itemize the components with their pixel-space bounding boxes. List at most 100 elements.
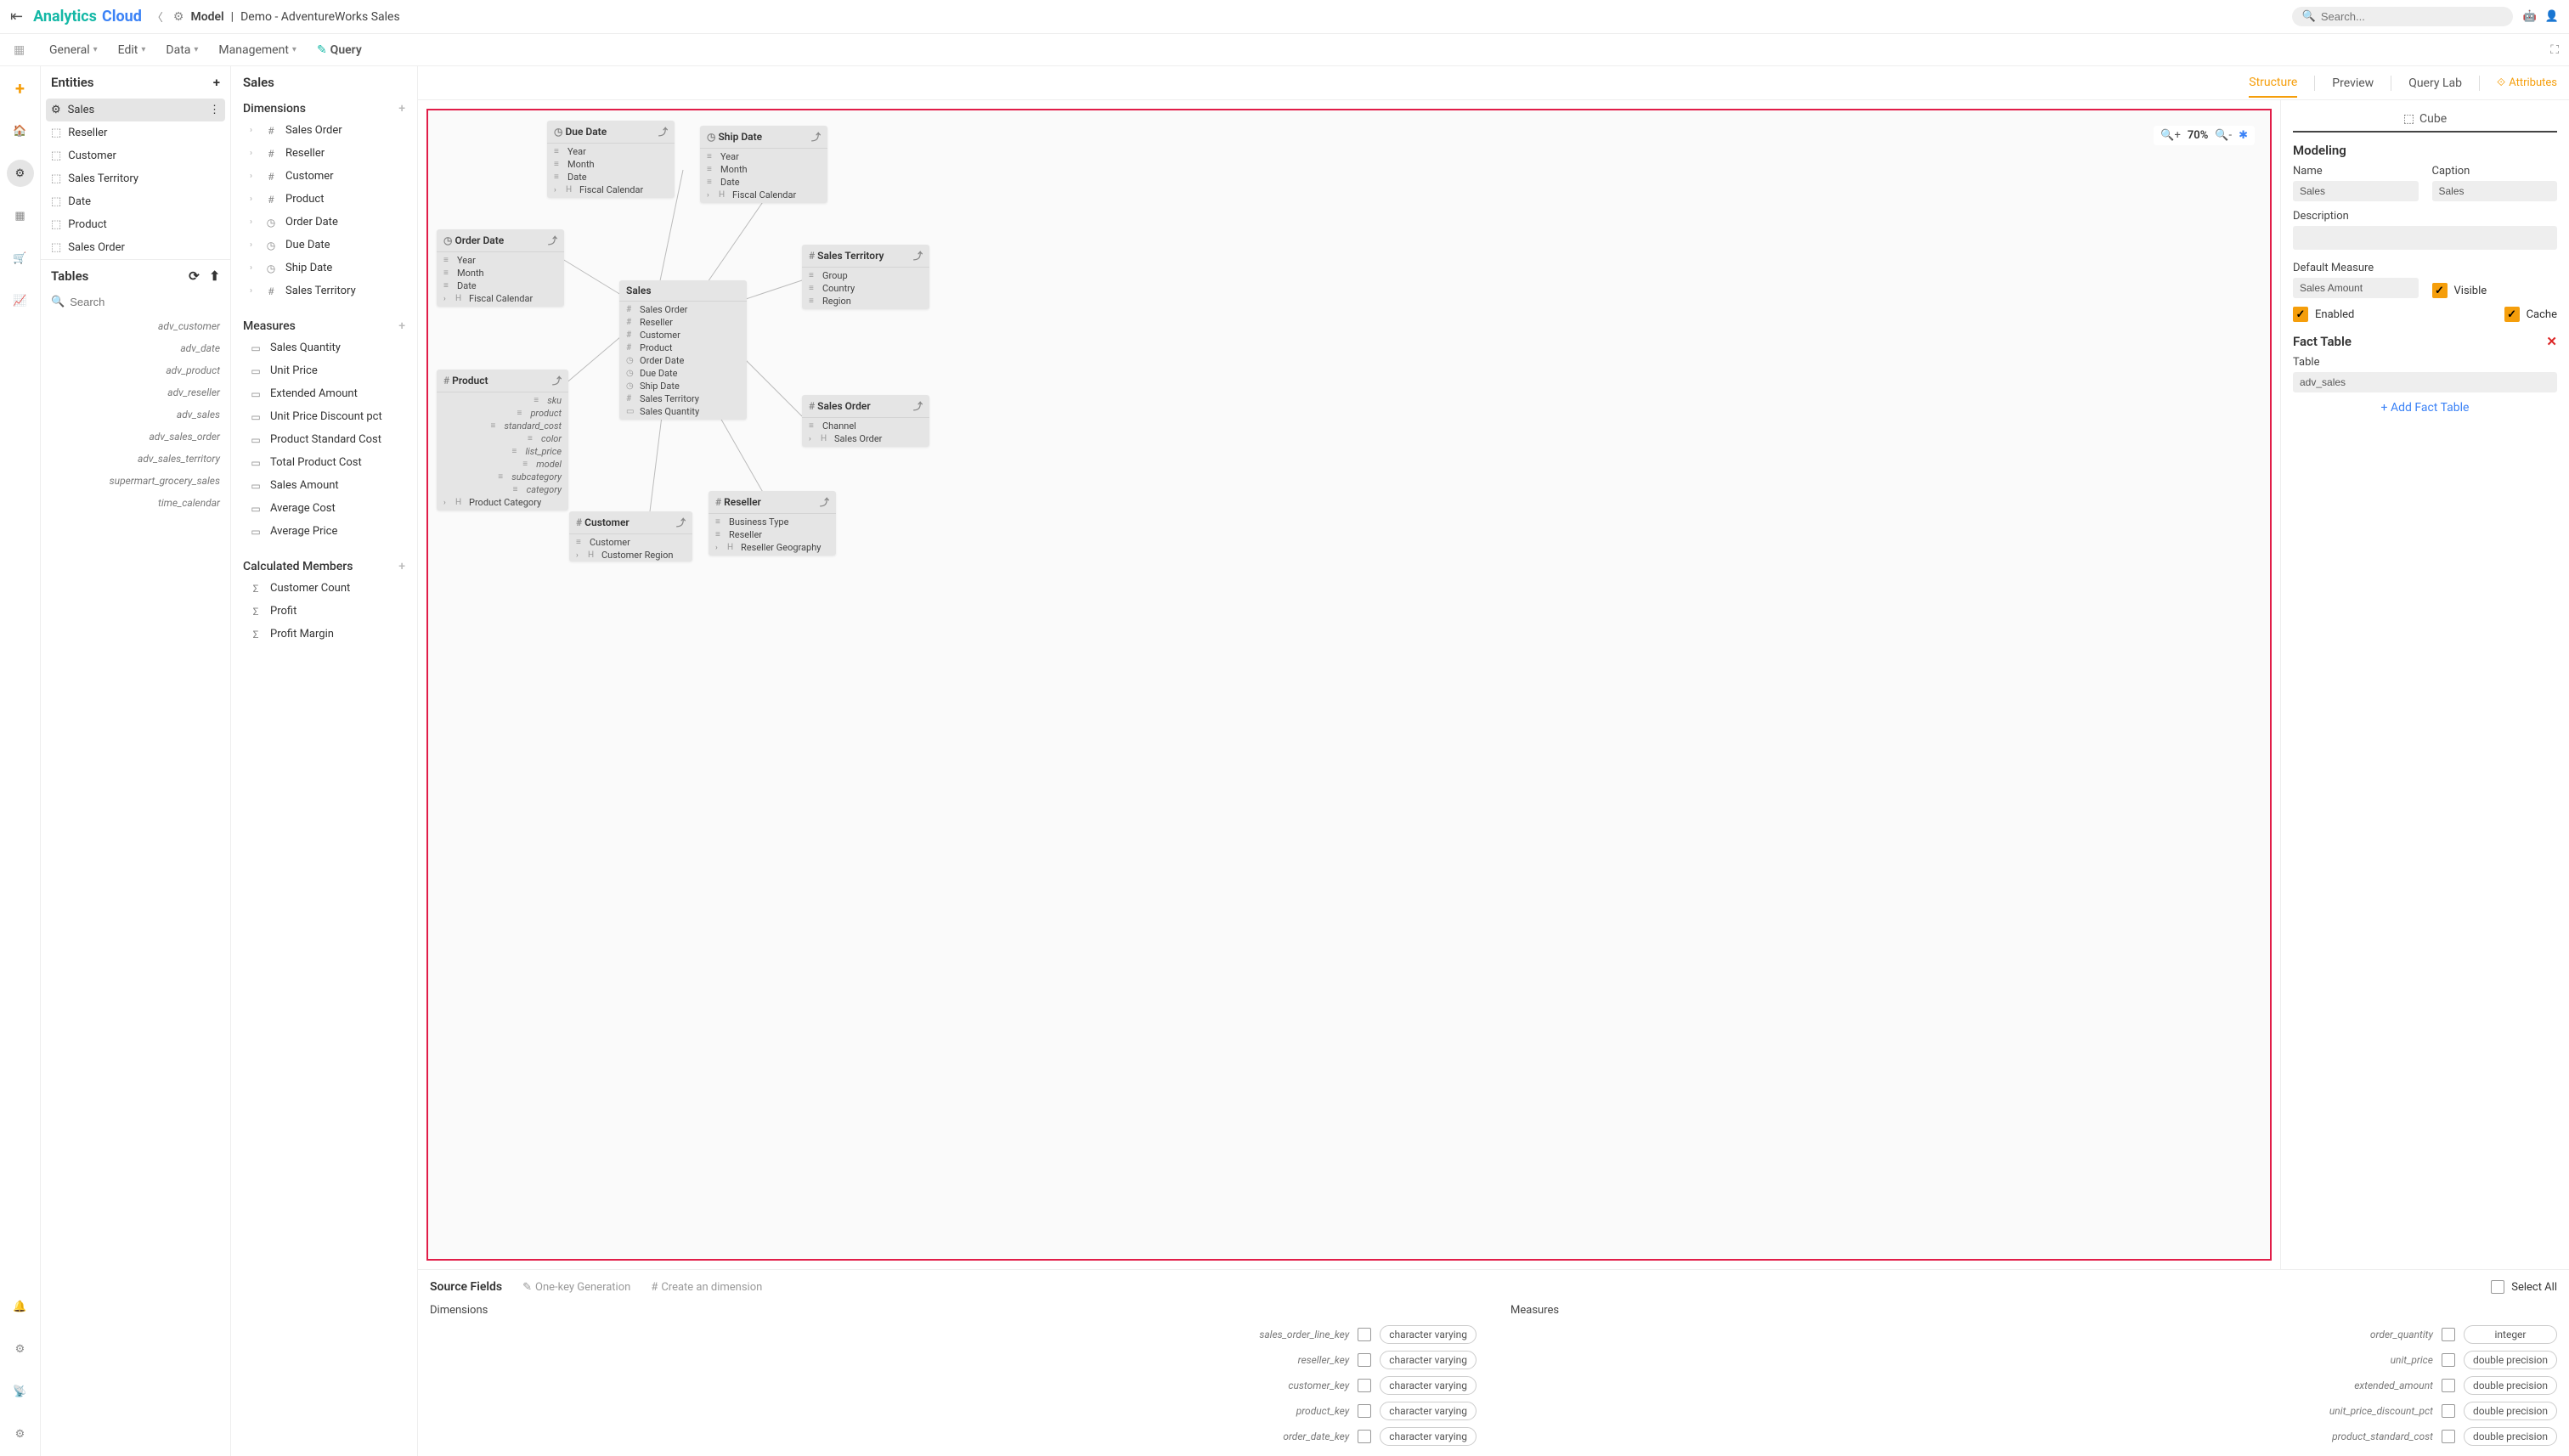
share-icon[interactable]: ⤴ bbox=[552, 374, 562, 387]
menu-toggle-icon[interactable]: ⇤ bbox=[10, 8, 23, 25]
node-reseller[interactable]: # Reseller⤴ ≡Business Type≡Reseller›HRes… bbox=[709, 491, 836, 556]
share-icon[interactable]: ⤴ bbox=[548, 234, 557, 247]
search-input[interactable] bbox=[2321, 10, 2503, 23]
node-field-row[interactable]: ≡sku bbox=[437, 394, 568, 407]
field-type[interactable]: character varying bbox=[1380, 1325, 1476, 1344]
field-type[interactable]: double precision bbox=[2464, 1402, 2557, 1420]
node-hierarchy-row[interactable]: ›HFiscal Calendar bbox=[700, 189, 827, 201]
table-search-input[interactable] bbox=[70, 296, 220, 308]
measure-item[interactable]: ▭Sales Amount bbox=[231, 474, 417, 497]
node-hierarchy-row[interactable]: ›HFiscal Calendar bbox=[547, 183, 675, 196]
share-icon[interactable]: ⤴ bbox=[658, 125, 668, 138]
field-checkbox[interactable] bbox=[1358, 1379, 1371, 1392]
node-hierarchy-row[interactable]: ›HFiscal Calendar bbox=[437, 292, 564, 305]
share-icon[interactable]: ⤴ bbox=[811, 130, 821, 144]
entity-item-date[interactable]: ⬚Date bbox=[41, 190, 230, 213]
field-checkbox[interactable] bbox=[2442, 1404, 2455, 1418]
menu-edit[interactable]: Edit▾ bbox=[118, 43, 146, 57]
measure-item[interactable]: ▭Product Standard Cost bbox=[231, 428, 417, 451]
tab-querylab[interactable]: Query Lab bbox=[2408, 70, 2462, 97]
menu-general[interactable]: General▾ bbox=[49, 43, 98, 57]
node-hierarchy-row[interactable]: ›HSales Order bbox=[802, 432, 929, 445]
measure-item[interactable]: ▭Unit Price Discount pct bbox=[231, 405, 417, 428]
dimension-item[interactable]: ›#Sales Territory bbox=[231, 279, 417, 302]
table-row[interactable]: supermart_grocery_sales bbox=[41, 470, 220, 492]
cluster-icon[interactable]: ✱ bbox=[2239, 129, 2248, 142]
measure-item[interactable]: ▭Total Product Cost bbox=[231, 451, 417, 474]
node-field-row[interactable]: ≡subcategory bbox=[437, 471, 568, 483]
calc-item[interactable]: ΣCustomer Count bbox=[231, 577, 417, 600]
node-due-date[interactable]: ◷ Due Date⤴ ≡Year≡Month≡Date›HFiscal Cal… bbox=[547, 121, 675, 198]
entity-item-reseller[interactable]: ⬚Reseller bbox=[41, 121, 230, 144]
cube-tab[interactable]: ⬚Cube bbox=[2293, 107, 2557, 133]
add-fact-table-button[interactable]: + Add Fact Table bbox=[2293, 392, 2557, 423]
node-field-row[interactable]: ◷Due Date bbox=[619, 367, 747, 380]
calc-item[interactable]: ΣProfit bbox=[231, 600, 417, 623]
node-field-row[interactable]: ≡Reseller bbox=[709, 528, 836, 541]
add-measure-icon[interactable]: + bbox=[398, 319, 405, 333]
field-type[interactable]: integer bbox=[2464, 1325, 2557, 1344]
entity-item-territory[interactable]: ⬚Sales Territory bbox=[41, 167, 230, 190]
node-customer[interactable]: # Customer⤴ ≡Customer›HCustomer Region bbox=[569, 511, 692, 562]
entity-item-customer[interactable]: ⬚Customer bbox=[41, 144, 230, 167]
node-field-row[interactable]: ≡Month bbox=[547, 158, 675, 171]
dimension-item[interactable]: ›◷Ship Date bbox=[231, 257, 417, 279]
bot-icon[interactable]: 🤖 bbox=[2523, 10, 2537, 23]
node-field-row[interactable]: #Customer bbox=[619, 329, 747, 341]
menubar-home-icon[interactable]: ▦ bbox=[14, 43, 25, 57]
field-checkbox[interactable] bbox=[1358, 1430, 1371, 1443]
description-input[interactable] bbox=[2293, 226, 2557, 250]
menu-management[interactable]: Management▾ bbox=[218, 43, 296, 57]
field-checkbox[interactable] bbox=[2442, 1430, 2455, 1443]
rail-settings-icon[interactable]: ⚙ bbox=[7, 1420, 34, 1448]
node-field-row[interactable]: ≡product bbox=[437, 407, 568, 420]
dimension-item[interactable]: ›◷Due Date bbox=[231, 234, 417, 257]
node-field-row[interactable]: ≡Month bbox=[700, 163, 827, 176]
tab-attributes[interactable]: ⟐Attributes bbox=[2497, 76, 2557, 89]
one-key-gen[interactable]: ✎One-key Generation bbox=[522, 1281, 630, 1294]
node-field-row[interactable]: #Sales Territory bbox=[619, 392, 747, 405]
dimension-item[interactable]: ›#Sales Order bbox=[231, 119, 417, 142]
table-row[interactable]: time_calendar bbox=[41, 492, 220, 514]
node-field-row[interactable]: ≡Month bbox=[437, 267, 564, 279]
user-avatar-icon[interactable]: 👤 bbox=[2545, 10, 2559, 23]
menu-data[interactable]: Data▾ bbox=[166, 43, 198, 57]
table-search[interactable]: 🔍 bbox=[41, 292, 230, 315]
entity-item-product[interactable]: ⬚Product bbox=[41, 213, 230, 236]
enabled-checkbox[interactable]: ✓ bbox=[2293, 307, 2308, 322]
node-field-row[interactable]: ≡Group bbox=[802, 269, 929, 282]
tab-structure[interactable]: Structure bbox=[2249, 69, 2297, 98]
field-type[interactable]: character varying bbox=[1380, 1351, 1476, 1369]
rail-sliders-icon[interactable]: ⚙ bbox=[7, 1335, 34, 1363]
node-field-row[interactable]: ≡color bbox=[437, 432, 568, 445]
node-field-row[interactable]: ≡Year bbox=[547, 145, 675, 158]
field-type[interactable]: double precision bbox=[2464, 1351, 2557, 1369]
add-entity-icon[interactable]: + bbox=[213, 75, 220, 90]
node-product[interactable]: # Product⤴ ≡sku≡product≡standard_cost≡co… bbox=[437, 370, 568, 511]
add-dimension-icon[interactable]: + bbox=[398, 102, 405, 116]
dimension-item[interactable]: ›#Product bbox=[231, 188, 417, 211]
rail-cart-icon[interactable]: 🛒 bbox=[7, 245, 34, 272]
measure-item[interactable]: ▭Sales Quantity bbox=[231, 336, 417, 359]
measure-item[interactable]: ▭Average Price bbox=[231, 520, 417, 543]
table-row[interactable]: adv_reseller bbox=[41, 381, 220, 404]
node-sales-territory[interactable]: # Sales Territory⤴ ≡Group≡Country≡Region bbox=[802, 245, 929, 309]
rail-home-icon[interactable]: 🏠 bbox=[7, 117, 34, 144]
node-sales-order[interactable]: # Sales Order⤴ ≡Channel›HSales Order bbox=[802, 395, 929, 447]
create-dim-action[interactable]: #Create an dimension bbox=[651, 1281, 762, 1294]
field-checkbox[interactable] bbox=[1358, 1353, 1371, 1367]
dimension-item[interactable]: ›#Customer bbox=[231, 165, 417, 188]
global-search[interactable]: 🔍 bbox=[2292, 7, 2513, 26]
node-field-row[interactable]: ≡Country bbox=[802, 282, 929, 295]
node-field-row[interactable]: ≡standard_cost bbox=[437, 420, 568, 432]
field-type[interactable]: character varying bbox=[1380, 1402, 1476, 1420]
table-input[interactable] bbox=[2293, 372, 2557, 392]
node-field-row[interactable]: ≡Channel bbox=[802, 420, 929, 432]
field-checkbox[interactable] bbox=[2442, 1379, 2455, 1392]
menu-query[interactable]: ✎Query bbox=[317, 43, 362, 57]
back-icon[interactable]: 〈 bbox=[152, 8, 163, 25]
measure-item[interactable]: ▭Average Cost bbox=[231, 497, 417, 520]
select-all-checkbox[interactable] bbox=[2491, 1280, 2504, 1294]
table-row[interactable]: adv_date bbox=[41, 337, 220, 359]
node-order-date[interactable]: ◷ Order Date⤴ ≡Year≡Month≡Date›HFiscal C… bbox=[437, 229, 564, 307]
